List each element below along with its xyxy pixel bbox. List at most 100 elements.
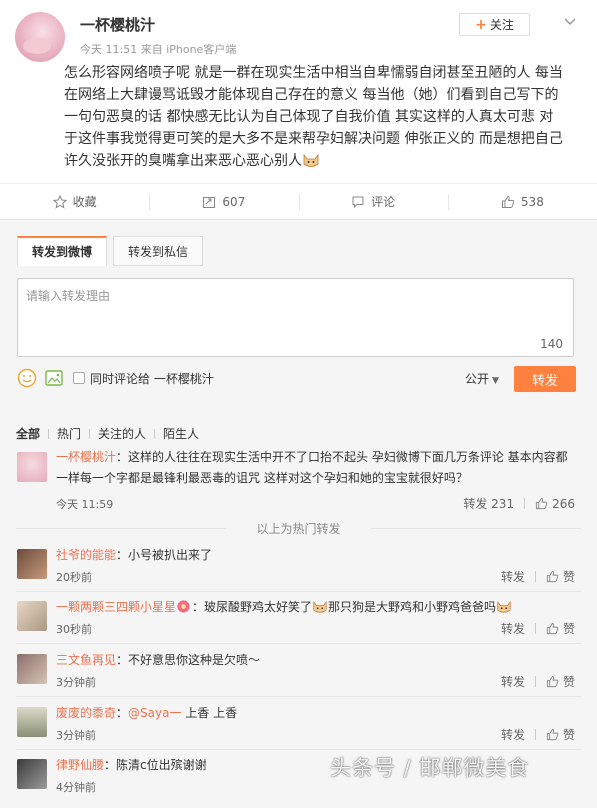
timestamp: 今天 11:59 [56, 498, 114, 511]
sync-comment-label: 同时评论给 一杯樱桃汁 [90, 372, 214, 386]
avatar[interactable] [17, 601, 47, 631]
divider [534, 571, 536, 582]
avatar[interactable] [17, 654, 47, 684]
follow-button[interactable]: + 关注 [459, 13, 530, 36]
repost-link[interactable]: 转发 231 [463, 495, 514, 512]
repost-content: 那只狗是大野鸡和小野鸡爸爸吗 [328, 600, 497, 614]
like-count: 538 [520, 194, 544, 209]
divider [16, 591, 581, 592]
avatar[interactable] [17, 707, 47, 737]
repost-content: ：不好意思你这种是欠喷～ [116, 653, 261, 667]
repost-submit-button[interactable]: 转发 [514, 366, 576, 392]
post-text-line-last: 许久没张开的臭嘴拿出来恶心恶心别人 [64, 150, 584, 172]
visibility-value: 公开 [465, 372, 490, 386]
thumbs-up-icon [536, 497, 548, 510]
repost-tabs: 转发到微博 转发到私信 [17, 236, 204, 266]
divider [48, 428, 50, 439]
author-name[interactable]: 一杯樱桃汁 [80, 14, 155, 35]
user-name[interactable]: 废废的黍奇 [56, 706, 116, 720]
comment-label: 评论 [371, 195, 396, 209]
repost-link[interactable]: 转发 [501, 568, 525, 585]
timestamp: 30秒前 [56, 623, 92, 636]
char-counter: 140 [540, 337, 563, 351]
like-label: 赞 [562, 675, 575, 689]
divider [154, 428, 156, 439]
filter-strangers[interactable]: 陌生人 [163, 425, 199, 442]
sync-comment-checkbox[interactable] [73, 372, 85, 384]
thumbs-up-icon [546, 728, 559, 741]
favorite-label: 收藏 [72, 195, 97, 209]
cat-emoji-icon [312, 599, 328, 614]
post-text-line: 许久没张开的臭嘴拿出来恶心恶心别人 [64, 153, 302, 169]
like-link[interactable]: 赞 [546, 568, 575, 585]
repost-text: 废废的黍奇：@Saya一 上香 上香 [56, 703, 576, 724]
comment-button[interactable]: 评论 [298, 184, 448, 219]
user-name[interactable]: 一颗两颗三四颗小星星 [56, 600, 176, 614]
plus-icon: + [475, 16, 487, 33]
repost-content: ：陈清c位出殡谢谢 [104, 758, 207, 772]
repost-link[interactable]: 转发 [501, 726, 525, 743]
post-text: 怎么形容网络喷子呢 就是一群在现实生活中相当自卑懦弱自闭甚至丑陋的人 每当 在网… [64, 62, 584, 172]
like-count: 266 [552, 496, 575, 511]
like-link[interactable]: 266 [535, 497, 575, 511]
filter-all[interactable]: 全部 [16, 425, 40, 442]
avatar[interactable] [17, 759, 47, 789]
chevron-down-icon[interactable] [559, 13, 581, 31]
repost-reason-input[interactable]: 请输入转发理由 140 [17, 278, 574, 357]
entry-actions: 转发 赞 [501, 726, 575, 743]
user-name[interactable]: 一杯樱桃汁 [56, 450, 116, 464]
post-text-line: 于这件事我觉得更可笑的是大多不是来帮孕妇解决问题 伸张正义的 而是想把自己 [64, 131, 563, 147]
post-action-bar: 收藏 607 评论 538 [0, 183, 597, 219]
entry-actions: 转发 赞 [501, 568, 575, 585]
repost-content: ：小号被扒出来了 [116, 548, 213, 562]
divider [89, 428, 91, 439]
emoji-icon[interactable] [17, 368, 37, 388]
hot-repost-line1: ：这样的人往往在现实生活中开不了口抬不起头 孕妇微博下面几万条评论 基本内容都 [116, 450, 568, 464]
filter-following[interactable]: 关注的人 [98, 425, 146, 442]
repost-reason-placeholder: 请输入转发理由 [26, 289, 111, 303]
image-icon[interactable] [44, 368, 64, 388]
repost-content: 上香 上香 [181, 706, 238, 720]
repost-action-button[interactable]: 607 [149, 184, 298, 219]
timestamp: 4分钟前 [56, 781, 96, 794]
star-icon [52, 194, 67, 209]
user-name[interactable]: 三文鱼再见 [56, 653, 116, 667]
divider [16, 696, 581, 697]
author-avatar[interactable] [15, 12, 65, 62]
follow-label: 关注 [489, 18, 514, 32]
repost-content-prefix: ： [116, 706, 129, 720]
divider [534, 676, 536, 687]
repost-link[interactable]: 转发 [501, 673, 525, 690]
thumbs-up-icon [501, 195, 515, 208]
mention-link[interactable]: @Saya一 [128, 706, 181, 720]
repost-filter-tabs: 全部 热门 关注的人 陌生人 [16, 425, 199, 442]
hot-repost-line: 一杯樱桃汁：这样的人往往在现实生活中开不了口抬不起头 孕妇微博下面几万条评论 基… [56, 447, 576, 468]
post-text-line: 怎么形容网络喷子呢 就是一群在现实生活中相当自卑懦弱自闭甚至丑陋的人 每当 [64, 65, 563, 81]
weibo-post: 一杯樱桃汁 今天 11:51 来自 iPhone客户端 + 关注 怎么形容网络喷… [0, 0, 597, 232]
entry-actions: 转发 赞 [501, 673, 575, 690]
post-text-line: 在网络上大肆谩骂诋毁才能体现自己存在的意义 每当他（她）们看到自己写下的 [64, 87, 559, 103]
repost-panel: 转发到微博 转发到私信 请输入转发理由 140 同时评论给 一杯樱桃汁 公开 ▼ … [0, 219, 597, 808]
like-link[interactable]: 赞 [546, 620, 575, 637]
like-button[interactable]: 538 [447, 184, 597, 219]
favorite-button[interactable]: 收藏 [0, 184, 149, 219]
tab-repost-private[interactable]: 转发到私信 [113, 236, 204, 266]
like-link[interactable]: 赞 [546, 673, 575, 690]
avatar[interactable] [17, 549, 47, 579]
post-text-line: 一句句恶臭的话 都快感无比认为自己体现了自我价值 其实这样的人真太可悲 对 [64, 109, 554, 125]
repost-link[interactable]: 转发 [501, 620, 525, 637]
user-name[interactable]: 社爷的能能 [56, 548, 116, 562]
watermark: 头条号 / 邯郸微美食 [330, 756, 530, 780]
flower-emoji-icon [176, 599, 192, 614]
hot-reposts-divider: 以上为热门转发 [0, 520, 597, 537]
user-name[interactable]: 律野仙腰 [56, 758, 104, 772]
cat-emoji-icon [302, 152, 320, 168]
filter-hot[interactable]: 热门 [57, 425, 81, 442]
thumbs-up-icon [546, 570, 559, 583]
avatar[interactable] [17, 452, 47, 482]
visibility-select[interactable]: 公开 ▼ [465, 370, 499, 387]
repost-text: 三文鱼再见：不好意思你这种是欠喷～ [56, 650, 576, 671]
thumbs-up-icon [546, 622, 559, 635]
tab-repost-weibo[interactable]: 转发到微博 [17, 236, 108, 266]
like-link[interactable]: 赞 [546, 726, 575, 743]
